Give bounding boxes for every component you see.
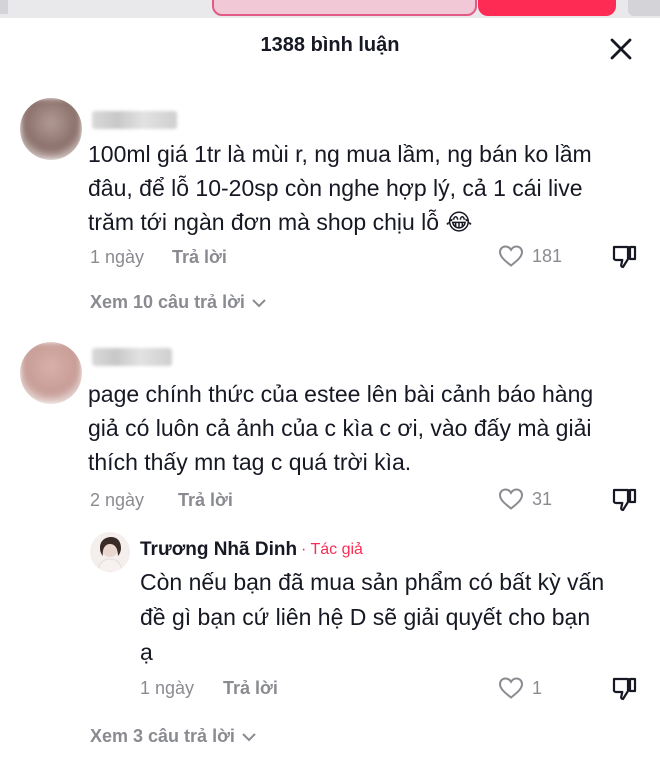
comment-text: page chính thức của estee lên bài cảnh b… — [88, 377, 593, 479]
reply-line: đề gì bạn cứ liên hệ D sẽ giải quyết cho… — [140, 604, 591, 630]
username-blurred[interactable] — [92, 348, 172, 366]
comment-line: thích thấy mn tag c quá trời kìa. — [88, 449, 412, 475]
view-replies-button[interactable]: Xem 10 câu trả lời — [90, 292, 267, 313]
view-replies-label: Xem 10 câu trả lời — [90, 292, 245, 312]
username-blurred[interactable] — [92, 111, 177, 129]
top-chip-left — [0, 0, 8, 14]
reply-author-name[interactable]: Trương Nhã Dinh — [140, 539, 297, 561]
top-pill-outline — [212, 0, 477, 16]
comment-line: giả có luôn cả ảnh của c kìa c ơi, vào đ… — [88, 415, 592, 441]
avatar[interactable] — [20, 98, 82, 160]
chevron-down-icon — [242, 732, 256, 741]
comment-count-title: 1388 bình luận — [260, 34, 400, 56]
like-button[interactable]: 31 — [498, 487, 552, 511]
reply-line: ạ — [140, 639, 153, 665]
reply-button[interactable]: Trả lời — [178, 490, 233, 511]
like-count: 1 — [532, 677, 543, 698]
author-avatar[interactable] — [90, 532, 130, 572]
dislike-icon[interactable] — [610, 243, 638, 271]
reply-line: Còn nếu bạn đã mua sản phẩm có bất kỳ vấ… — [140, 569, 605, 595]
chevron-down-icon — [252, 298, 266, 307]
comment-text: 100ml giá 1tr là mùi r, ng mua lầm, ng b… — [88, 137, 592, 239]
close-icon[interactable] — [606, 34, 636, 64]
top-chip-right — [628, 0, 660, 16]
like-count: 31 — [532, 488, 553, 509]
reply-button[interactable]: Trả lời — [172, 247, 227, 268]
top-strip — [0, 0, 660, 18]
comment-line: 100ml giá 1tr là mùi r, ng mua lầm, ng b… — [88, 141, 592, 167]
like-button[interactable]: 1 — [498, 676, 542, 700]
view-replies-button[interactable]: Xem 3 câu trả lời — [90, 726, 257, 747]
dislike-icon[interactable] — [610, 675, 638, 703]
comment-time: 2 ngày — [90, 490, 145, 510]
dislike-icon[interactable] — [610, 486, 638, 514]
like-button[interactable]: 181 — [498, 244, 562, 268]
heart-icon — [498, 245, 524, 267]
avatar[interactable] — [20, 342, 82, 404]
reply-text: Còn nếu bạn đã mua sản phẩm có bất kỳ vấ… — [140, 565, 604, 670]
view-replies-label: Xem 3 câu trả lời — [90, 726, 235, 746]
author-badge: · Tác giả — [301, 541, 363, 558]
comment-line: trăm tới ngàn đơn mà shop chịu lỗ 😂 — [88, 209, 473, 235]
reply-button[interactable]: Trả lời — [223, 678, 278, 699]
like-count: 181 — [532, 245, 563, 266]
comment-line: đâu, để lỗ 10-20sp còn nghe hợp lý, cả 1… — [88, 175, 583, 201]
comment-time: 1 ngày — [90, 247, 145, 267]
comment-line: page chính thức của estee lên bài cảnh b… — [88, 381, 594, 407]
top-pill-accent — [478, 0, 616, 16]
heart-icon — [498, 488, 524, 510]
reply-time: 1 ngày — [140, 678, 195, 698]
heart-icon — [498, 677, 524, 699]
